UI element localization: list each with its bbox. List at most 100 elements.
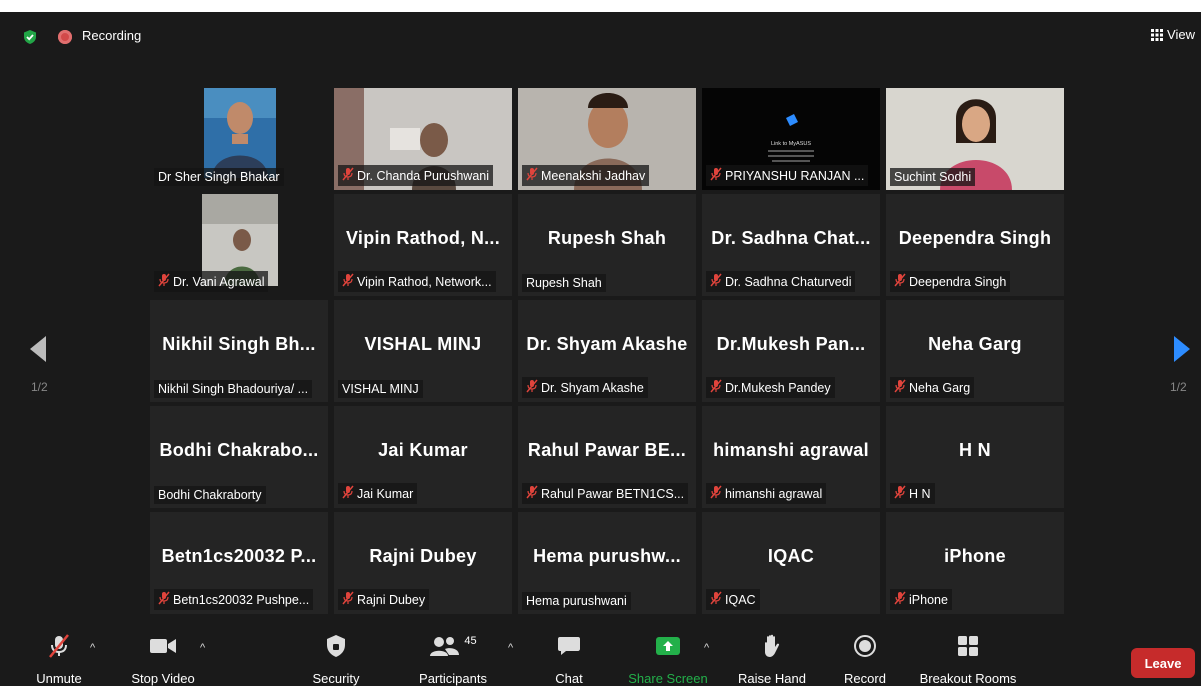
share-screen-button[interactable]: Share Screen bbox=[625, 630, 711, 686]
view-label: View bbox=[1167, 27, 1195, 42]
share-screen-label: Share Screen bbox=[628, 671, 708, 686]
participant-display-name: Rajni Dubey bbox=[369, 546, 477, 566]
participant-tile[interactable]: Dr. Chanda Purushwani bbox=[334, 88, 512, 190]
participant-display-name: H N bbox=[959, 440, 991, 460]
participant-name-label: Dr. Shyam Akashe bbox=[522, 377, 648, 398]
participant-name-label: Vipin Rathod, Network... bbox=[338, 271, 496, 292]
share-options-caret-icon[interactable]: ^ bbox=[704, 642, 709, 654]
participant-name-label: Neha Garg bbox=[890, 377, 975, 398]
grid-view-icon bbox=[1151, 28, 1164, 41]
breakout-rooms-icon bbox=[958, 636, 978, 656]
participant-name-label: Meenakshi Jadhav bbox=[522, 165, 650, 186]
encryption-shield-icon[interactable] bbox=[22, 29, 38, 45]
participant-name-label: Betn1cs20032 Pushpe... bbox=[154, 589, 314, 610]
raise-hand-icon bbox=[765, 634, 780, 657]
next-page-arrow-icon[interactable] bbox=[1172, 334, 1192, 364]
muted-mic-icon bbox=[710, 591, 722, 608]
participant-tile[interactable]: Rupesh Shah Rupesh Shah bbox=[518, 194, 696, 296]
muted-mic-icon bbox=[710, 273, 722, 290]
participant-display-name: Jai Kumar bbox=[378, 440, 468, 460]
stop-video-button[interactable]: Stop Video bbox=[124, 630, 202, 686]
participant-tile[interactable]: Dr. Sadhna Chat... Dr. Sadhna Chaturvedi bbox=[702, 194, 880, 296]
participant-tile[interactable]: Link to MyASUS PRIYANSHU RANJAN ... bbox=[702, 88, 880, 190]
participant-name: IQAC bbox=[725, 592, 756, 607]
participant-tile[interactable]: himanshi agrawal himanshi agrawal bbox=[702, 406, 880, 508]
participant-tile[interactable]: Vipin Rathod, N... Vipin Rathod, Network.… bbox=[334, 194, 512, 296]
participant-display-name: IQAC bbox=[767, 546, 815, 566]
participant-tile[interactable]: VISHAL MINJ VISHAL MINJ bbox=[334, 300, 512, 402]
participant-name-label: Jai Kumar bbox=[338, 483, 418, 504]
muted-mic-icon bbox=[342, 273, 354, 290]
participant-tile[interactable]: iPhone iPhone bbox=[886, 512, 1064, 614]
security-button[interactable]: Security bbox=[306, 630, 366, 686]
participant-tile[interactable]: Suchint Sodhi bbox=[886, 88, 1064, 190]
muted-mic-icon bbox=[710, 167, 722, 184]
participant-tile[interactable]: Betn1cs20032 P... Betn1cs20032 Pushpe... bbox=[150, 512, 328, 614]
audio-options-caret-icon[interactable]: ^ bbox=[90, 642, 95, 654]
participant-name-label: Nikhil Singh Bhadouriya/ ... bbox=[154, 380, 313, 398]
participants-icon bbox=[430, 637, 460, 656]
unmute-button[interactable]: Unmute bbox=[24, 630, 94, 686]
participant-tile[interactable]: Neha Garg Neha Garg bbox=[886, 300, 1064, 402]
raise-hand-button[interactable]: Raise Hand bbox=[734, 630, 810, 686]
participant-name: Neha Garg bbox=[909, 380, 971, 395]
muted-mic-icon bbox=[526, 485, 538, 502]
participant-display-name: Vipin Rathod, N... bbox=[345, 228, 501, 248]
participant-name-label: Suchint Sodhi bbox=[890, 168, 976, 186]
participant-name: VISHAL MINJ bbox=[342, 382, 419, 396]
participant-display-name: Bodhi Chakrabo... bbox=[159, 440, 319, 460]
participant-name: Suchint Sodhi bbox=[894, 170, 972, 184]
participant-display-name: Betn1cs20032 P... bbox=[161, 546, 317, 566]
participants-options-caret-icon[interactable]: ^ bbox=[508, 642, 513, 654]
video-camera-icon bbox=[150, 639, 176, 653]
view-button[interactable]: View bbox=[1151, 27, 1195, 42]
unmute-label: Unmute bbox=[36, 671, 82, 686]
stop-video-label: Stop Video bbox=[131, 671, 195, 686]
participant-tile[interactable]: H N H N bbox=[886, 406, 1064, 508]
participant-name-label: Dr.Mukesh Pandey bbox=[706, 377, 835, 398]
breakout-rooms-button[interactable]: Breakout Rooms bbox=[912, 630, 1024, 686]
participant-tile[interactable]: Hema purushw... Hema purushwani bbox=[518, 512, 696, 614]
participants-button[interactable]: 45 Participants bbox=[410, 630, 496, 686]
meeting-toolbar: Unmute ^ Stop Video ^ Security 45 Partic… bbox=[0, 630, 1201, 686]
participant-name: H N bbox=[909, 486, 931, 501]
participant-display-name: Rupesh Shah bbox=[547, 228, 667, 248]
participant-name: Dr. Vani Agrawal bbox=[173, 274, 265, 289]
participant-name-label: Bodhi Chakraborty bbox=[154, 486, 266, 504]
participant-tile[interactable]: Rahul Pawar BE... Rahul Pawar BETN1CS... bbox=[518, 406, 696, 508]
participant-name: Deependra Singh bbox=[909, 274, 1007, 289]
video-options-caret-icon[interactable]: ^ bbox=[200, 642, 205, 654]
participant-tile[interactable]: Dr. Shyam Akashe Dr. Shyam Akashe bbox=[518, 300, 696, 402]
participant-tile[interactable]: Meenakshi Jadhav bbox=[518, 88, 696, 190]
participant-name-label: iPhone bbox=[890, 589, 952, 610]
muted-microphone-icon bbox=[49, 634, 69, 658]
chat-button[interactable]: Chat bbox=[545, 630, 593, 686]
participant-tile[interactable]: Jai Kumar Jai Kumar bbox=[334, 406, 512, 508]
participant-tile[interactable]: Rajni Dubey Rajni Dubey bbox=[334, 512, 512, 614]
participant-name-label: Hema purushwani bbox=[522, 592, 631, 610]
participant-tile[interactable]: Dr. Vani Agrawal bbox=[150, 194, 328, 296]
participant-display-name: iPhone bbox=[944, 546, 1006, 566]
participant-tile[interactable]: Dr.Mukesh Pan... Dr.Mukesh Pandey bbox=[702, 300, 880, 402]
participant-tile[interactable]: Nikhil Singh Bh... Nikhil Singh Bhadouriy… bbox=[150, 300, 328, 402]
participant-tile[interactable]: Bodhi Chakrabo... Bodhi Chakraborty bbox=[150, 406, 328, 508]
muted-mic-icon bbox=[158, 273, 170, 290]
record-button[interactable]: Record bbox=[836, 630, 894, 686]
participant-name: Rahul Pawar BETN1CS... bbox=[541, 486, 685, 501]
participant-name: Bodhi Chakraborty bbox=[158, 488, 262, 502]
participant-tile[interactable]: Deependra Singh Deependra Singh bbox=[886, 194, 1064, 296]
participant-name: Nikhil Singh Bhadouriya/ ... bbox=[158, 382, 309, 396]
muted-mic-icon bbox=[894, 485, 906, 502]
page-indicator-left: 1/2 bbox=[31, 380, 48, 394]
participant-name: iPhone bbox=[909, 592, 948, 607]
participant-name: Jai Kumar bbox=[357, 486, 414, 501]
leave-button[interactable]: Leave bbox=[1131, 648, 1195, 678]
participant-tile[interactable]: Dr Sher Singh Bhakar bbox=[150, 88, 328, 190]
participant-display-name: Dr. Sadhna Chat... bbox=[711, 228, 871, 248]
participant-tile[interactable]: IQAC IQAC bbox=[702, 512, 880, 614]
muted-mic-icon bbox=[894, 273, 906, 290]
participant-display-name: Rahul Pawar BE... bbox=[527, 440, 687, 460]
participant-name: Rajni Dubey bbox=[357, 592, 426, 607]
participant-display-name: Dr.Mukesh Pan... bbox=[716, 334, 866, 354]
previous-page-arrow-icon[interactable] bbox=[28, 334, 48, 364]
